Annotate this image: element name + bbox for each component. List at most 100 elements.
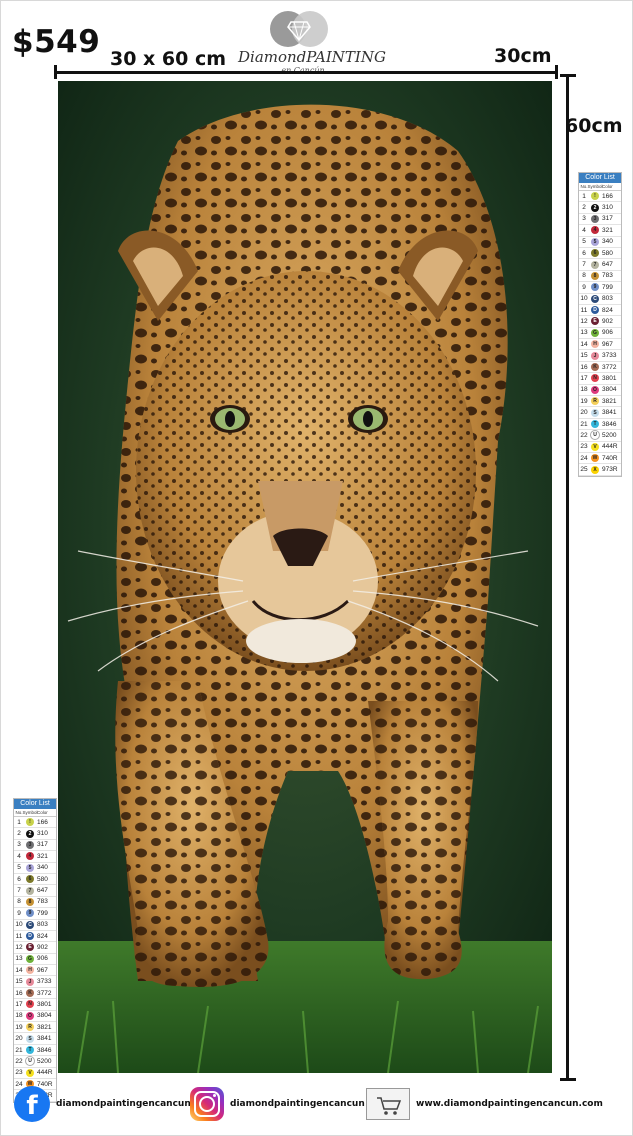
color-list-row: 1! 166 bbox=[579, 191, 621, 203]
color-swatch: H bbox=[26, 966, 34, 975]
row-symbol: J bbox=[24, 977, 36, 986]
row-number: 9 bbox=[17, 909, 21, 917]
color-list-row: 5 5 340 bbox=[579, 237, 621, 248]
row-symbol: 5 bbox=[589, 237, 601, 246]
row-symbol: G bbox=[589, 328, 601, 337]
row-color-code: 3772 bbox=[37, 989, 52, 997]
color-list-row: 4 4 321 bbox=[14, 851, 56, 863]
row-symbol: H bbox=[24, 966, 36, 975]
website-link[interactable]: www.diamondpaintingencancun.com bbox=[366, 1084, 603, 1124]
row-color-code: 3804 bbox=[37, 1012, 52, 1020]
color-list-row: 24 W 740R bbox=[579, 453, 621, 465]
color-list-row: 16 K 3772 bbox=[579, 362, 621, 374]
color-list-row: 11 D 824 bbox=[14, 931, 56, 943]
row-symbol: ! bbox=[24, 818, 36, 827]
color-swatch: T bbox=[591, 420, 599, 428]
width-dimension-label: 30cm bbox=[494, 45, 552, 67]
brand-logo: DiamondPAINTING en Cancún bbox=[238, 8, 386, 75]
instagram-link[interactable]: diamondpaintingencancun bbox=[190, 1084, 365, 1124]
facebook-link[interactable]: f diamondpaintingencancun bbox=[14, 1084, 191, 1124]
color-swatch: D bbox=[26, 932, 34, 941]
row-number: 15 bbox=[15, 978, 23, 986]
color-swatch: 8 bbox=[591, 271, 599, 280]
row-color-code: 166 bbox=[602, 192, 613, 200]
row-color-code: 3846 bbox=[602, 420, 617, 428]
color-list-row: 21 T 3846 bbox=[14, 1045, 56, 1057]
row-symbol: R bbox=[589, 397, 601, 406]
color-list-row: 9 9 799 bbox=[579, 282, 621, 294]
color-list-row: 23 V 444R bbox=[579, 442, 621, 453]
row-symbol: C bbox=[24, 920, 36, 929]
color-list-row: 7 7 647 bbox=[579, 259, 621, 271]
color-swatch: R bbox=[591, 397, 599, 406]
row-symbol: H bbox=[589, 340, 601, 349]
width-line-cap-right bbox=[555, 65, 558, 79]
row-number: 17 bbox=[15, 1000, 23, 1008]
header-color: Color bbox=[37, 810, 48, 815]
row-color-code: 580 bbox=[602, 249, 613, 257]
color-list-header: No. Symbol Color bbox=[579, 183, 621, 191]
color-list-row: 6 6 580 bbox=[579, 248, 621, 260]
row-color-code: 580 bbox=[37, 875, 48, 883]
row-color-code: 803 bbox=[602, 295, 613, 303]
row-symbol: 9 bbox=[589, 283, 601, 292]
color-swatch: H bbox=[591, 340, 599, 349]
row-color-code: 783 bbox=[602, 272, 613, 280]
shopping-cart-icon bbox=[366, 1088, 410, 1120]
row-color-code: 902 bbox=[602, 317, 613, 325]
header-symbol: Symbol bbox=[587, 184, 603, 189]
row-symbol: N bbox=[589, 374, 601, 383]
row-symbol: 8 bbox=[589, 271, 601, 280]
row-color-code: 3801 bbox=[602, 374, 617, 382]
price-label: $549 bbox=[12, 24, 101, 60]
color-swatch: 4 bbox=[591, 226, 599, 235]
header-color: Color bbox=[602, 184, 613, 189]
row-number: 9 bbox=[582, 283, 586, 291]
row-color-code: 824 bbox=[602, 306, 613, 314]
color-list-title: Color List bbox=[579, 173, 621, 183]
row-symbol: N bbox=[24, 1000, 36, 1009]
row-number: 23 bbox=[15, 1069, 23, 1077]
row-symbol: 5 bbox=[24, 863, 36, 872]
row-number: 18 bbox=[580, 386, 588, 394]
row-symbol: G bbox=[24, 954, 36, 963]
row-color-code: 3821 bbox=[602, 397, 617, 405]
row-color-code: 317 bbox=[602, 215, 613, 223]
color-swatch: C bbox=[26, 920, 34, 929]
color-swatch: J bbox=[26, 977, 34, 986]
row-number: 23 bbox=[580, 443, 588, 451]
row-symbol: 8 bbox=[24, 897, 36, 906]
leopard-illustration bbox=[58, 81, 552, 1073]
color-swatch: V bbox=[591, 442, 599, 451]
row-color-code: 3772 bbox=[602, 363, 617, 371]
facebook-icon: f bbox=[14, 1086, 50, 1122]
row-color-code: 647 bbox=[602, 261, 613, 269]
row-number: 13 bbox=[15, 955, 23, 963]
row-number: 3 bbox=[582, 215, 586, 223]
row-number: 14 bbox=[580, 340, 588, 348]
row-number: 5 bbox=[582, 238, 586, 246]
row-number: 11 bbox=[15, 932, 23, 940]
row-color-code: 5200 bbox=[37, 1057, 52, 1065]
row-symbol: D bbox=[589, 306, 601, 315]
color-list-row: 10 C 803 bbox=[14, 920, 56, 931]
width-line-cap-left bbox=[54, 65, 57, 79]
color-list-row: 7 7 647 bbox=[14, 885, 56, 897]
row-symbol: O bbox=[24, 1011, 36, 1020]
row-symbol: 2 bbox=[589, 203, 601, 212]
row-symbol: X bbox=[589, 465, 601, 474]
row-symbol: 7 bbox=[589, 260, 601, 269]
color-swatch: G bbox=[591, 328, 599, 337]
row-color-code: 967 bbox=[37, 966, 48, 974]
row-color-code: 3733 bbox=[602, 352, 617, 360]
row-number: 3 bbox=[17, 841, 21, 849]
color-list-row: 14 H 967 bbox=[579, 339, 621, 351]
row-color-code: 647 bbox=[37, 887, 48, 895]
row-color-code: 740R bbox=[602, 454, 618, 462]
row-number: 21 bbox=[15, 1046, 23, 1054]
row-symbol: W bbox=[589, 454, 601, 463]
color-swatch: 6 bbox=[591, 249, 599, 258]
row-number: 20 bbox=[15, 1035, 23, 1043]
color-swatch: S bbox=[26, 1034, 34, 1043]
row-number: 16 bbox=[15, 989, 23, 997]
